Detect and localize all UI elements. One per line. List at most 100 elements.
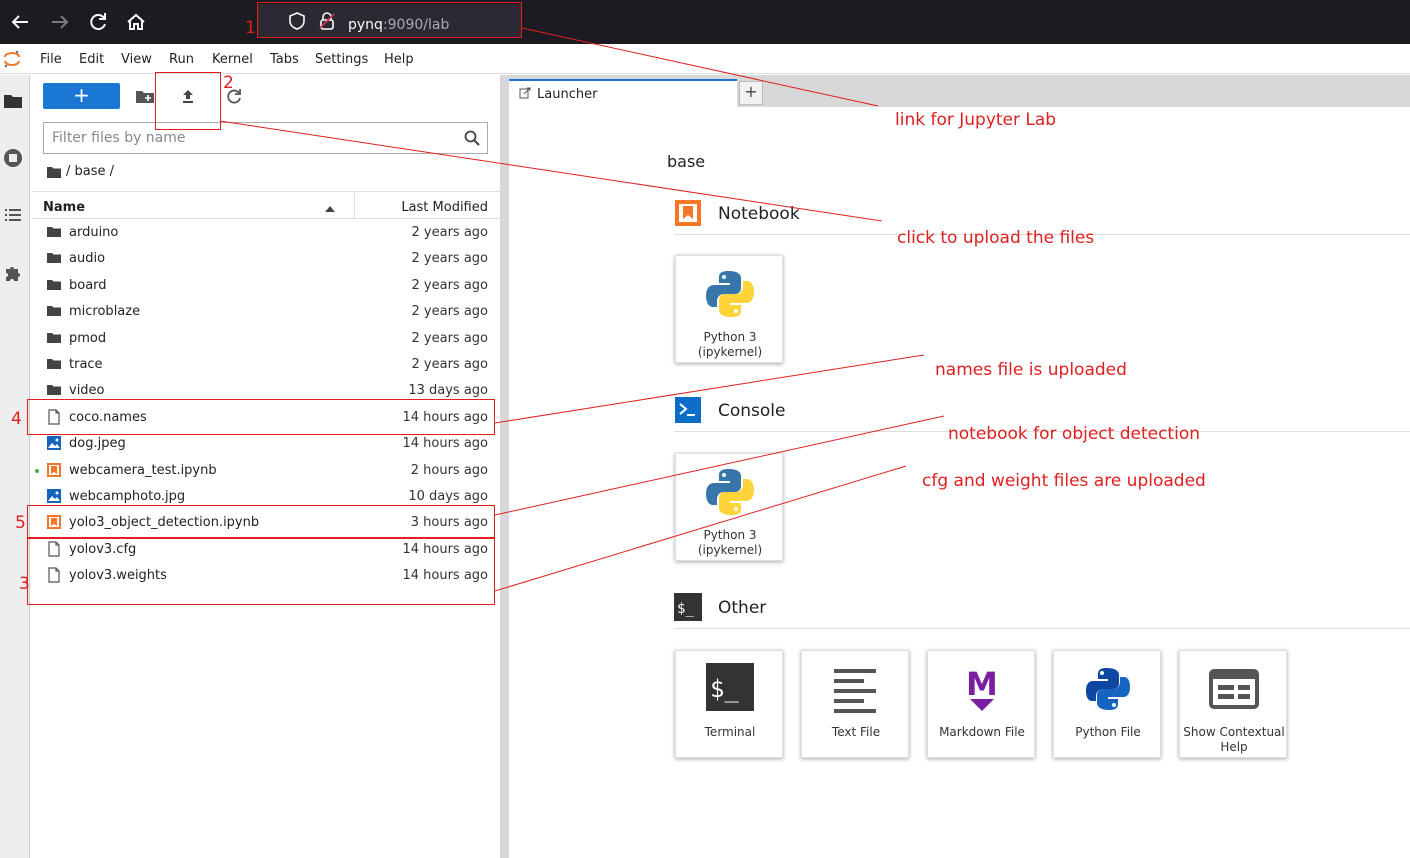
sort-ascending-icon[interactable] [325,202,335,212]
file-row[interactable]: video 13 days ago [31,378,500,404]
python-file-card[interactable]: Python File [1053,650,1161,758]
file-row[interactable]: board 2 years ago [31,273,500,299]
file-icon [46,567,62,583]
new-launcher-button[interactable]: + [43,83,120,109]
breadcrumb-path[interactable]: / base / [66,164,114,179]
text-file-card[interactable]: Text File [801,650,909,758]
file-modified: 2 years ago [411,277,488,293]
file-modified: 13 days ago [408,383,488,399]
file-row[interactable]: dog.jpeg 14 hours ago [31,431,500,457]
running-indicator [35,468,39,473]
menu-bar: File Edit View Run Kernel Tabs Settings … [0,44,1410,74]
breadcrumb-folder-icon[interactable] [46,165,62,179]
home-icon[interactable] [122,8,150,36]
launcher-tab-label: Launcher [537,87,598,102]
console-section-icon [674,396,702,424]
upload-icon[interactable] [177,85,199,107]
file-browser-panel: + / base / Name Last Modified arduino 2 y… [31,75,500,858]
filter-files-input[interactable] [52,130,452,146]
extensions-puzzle-icon[interactable] [2,261,24,283]
forward-arrow-icon[interactable] [46,8,74,36]
file-row[interactable]: audio 2 years ago [31,246,500,272]
shield-icon[interactable] [288,12,306,30]
file-row[interactable]: yolov3.weights 14 hours ago [31,563,500,589]
tab-bar: Launcher + [509,75,1410,107]
markdown-icon: M [956,663,1008,715]
file-modified: 14 hours ago [402,409,488,425]
text-file-card-label: Text File [831,725,881,739]
contextual-help-card-label: Show Contextual Help [1180,725,1288,755]
menu-settings[interactable]: Settings [315,52,368,67]
menu-view[interactable]: View [121,52,152,67]
file-modified: 2 years ago [411,225,488,240]
new-folder-icon[interactable] [134,85,156,107]
markdown-file-card-label: Markdown File [939,725,1025,739]
file-modified: 2 years ago [411,251,488,267]
terminal-card-label: Terminal [704,725,756,739]
file-row[interactable]: webcamera_test.ipynb 2 hours ago [31,458,500,484]
tab-launcher[interactable]: Launcher [509,79,737,107]
launcher-cwd: base [667,152,706,171]
lock-icon[interactable] [318,11,336,31]
section-notebook: Notebook [674,199,1410,235]
address-bar[interactable]: pynq:9090/lab [258,4,522,38]
running-sessions-icon[interactable] [2,147,24,169]
file-name: webcamera_test.ipynb [69,462,217,478]
folder-icon [46,382,62,398]
notebook-section-title: Notebook [718,204,800,224]
contextual-help-card[interactable]: Show Contextual Help [1179,650,1287,758]
file-modified: 10 days ago [408,489,488,504]
notebook-file-icon [46,462,62,478]
file-modified: 2 years ago [411,304,488,320]
file-name: yolov3.cfg [69,541,137,557]
jupyter-logo-icon [3,50,21,68]
text-file-icon [830,663,882,715]
python-file-card-label: Python File [1075,725,1141,739]
notebook-python3-card[interactable]: Python 3 (ipykernel) [675,255,783,363]
section-console: Console [674,396,1410,432]
refresh-icon[interactable] [223,85,245,107]
column-modified-header[interactable]: Last Modified [401,200,488,215]
column-divider[interactable] [354,192,355,218]
url-port-path: :9090/lab [382,17,450,33]
file-name: microblaze [69,304,141,320]
console-card-line2: (ipykernel) [697,543,763,557]
column-name-header[interactable]: Name [43,200,85,215]
folder-icon [46,250,62,266]
notebook-file-icon [46,514,62,530]
menu-edit[interactable]: Edit [79,52,104,67]
file-row[interactable]: coco.names 14 hours ago [31,405,500,431]
file-name: arduino [69,225,119,240]
menu-help[interactable]: Help [384,52,414,67]
back-arrow-icon[interactable] [6,8,34,36]
file-name: yolo3_object_detection.ipynb [69,515,260,531]
file-row[interactable]: trace 2 years ago [31,352,500,378]
file-row[interactable]: pmod 2 years ago [31,326,500,352]
terminal-card[interactable]: $_ Terminal [675,650,783,758]
folder-icon[interactable] [2,90,24,112]
file-name: video [69,383,105,399]
file-row[interactable]: microblaze 2 years ago [31,299,500,325]
menu-file[interactable]: File [40,52,62,67]
menu-run[interactable]: Run [169,52,194,67]
browser-toolbar: pynq:9090/lab [0,0,1410,44]
other-section-title: Other [718,598,767,618]
file-list-header: Name Last Modified [31,191,500,219]
file-name: audio [69,251,106,267]
file-row[interactable]: arduino 2 years ago [31,220,500,246]
add-tab-button[interactable]: + [739,81,763,105]
panel-splitter[interactable] [500,75,509,858]
reload-icon[interactable] [84,8,112,36]
file-row[interactable]: yolo3_object_detection.ipynb 3 hours ago [31,510,500,536]
launcher-tab-icon [519,87,531,99]
file-row[interactable]: yolov3.cfg 14 hours ago [31,537,500,563]
console-python3-card[interactable]: Python 3 (ipykernel) [675,453,783,561]
file-row[interactable]: webcamphoto.jpg 10 days ago [31,484,500,510]
python-file-icon [1082,663,1134,715]
menu-tabs[interactable]: Tabs [270,52,299,67]
svg-text:$_: $_ [677,601,694,617]
file-modified: 14 hours ago [402,436,488,452]
table-of-contents-icon[interactable] [2,204,24,226]
menu-kernel[interactable]: Kernel [212,52,253,67]
markdown-file-card[interactable]: M Markdown File [927,650,1035,758]
